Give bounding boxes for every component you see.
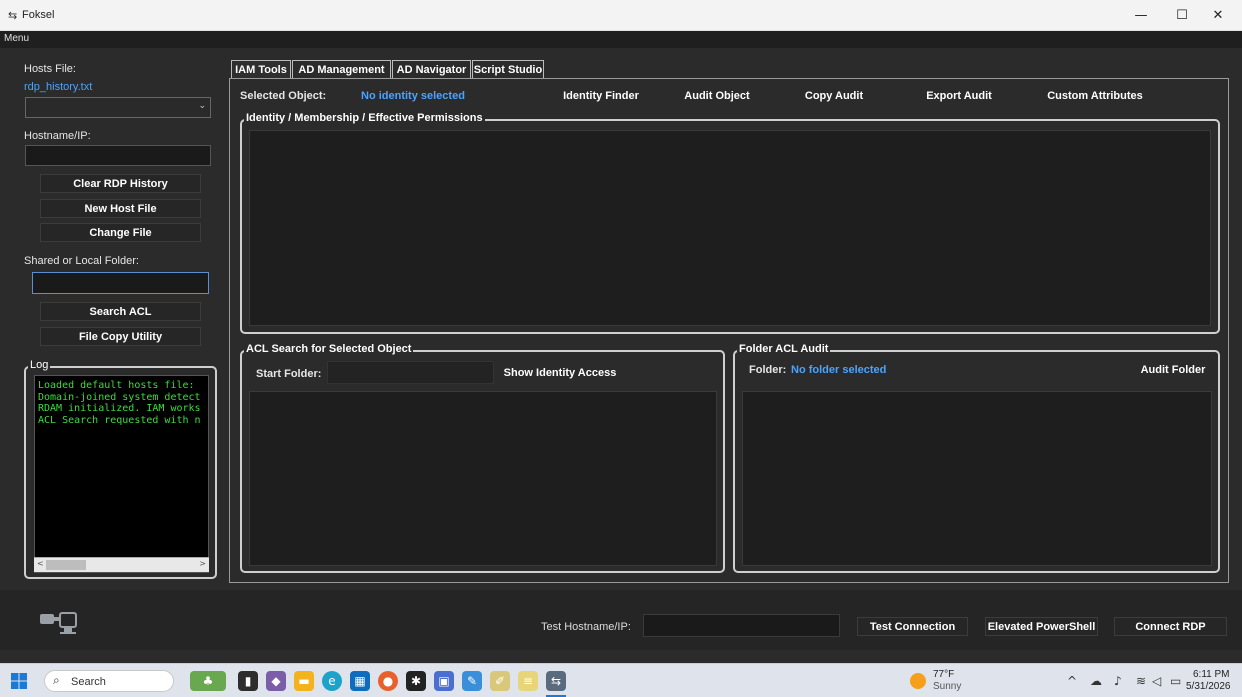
speaker-icon[interactable]: ◁ (1152, 674, 1161, 688)
app-icon: ⇆ (8, 9, 18, 22)
test-hostname-label: Test Hostname/IP: (541, 621, 631, 633)
identity-finder-button[interactable]: Identity Finder (551, 86, 651, 106)
search-icon: ⌕ (53, 673, 60, 687)
test-connection-button[interactable]: Test Connection (857, 617, 968, 636)
close-button[interactable]: ✕ (1198, 4, 1238, 26)
windows-taskbar: ⌕ Search ♣ ▮ ◆ ▬ e ▦ ● ✱ ▣ ✎ ✐ ≡ ⇆ 77°F … (0, 663, 1242, 697)
log-line: RDAM initialized. IAM works (38, 403, 201, 414)
start-folder-label: Start Folder: (256, 368, 322, 380)
log-line: Domain-joined system detect (38, 391, 201, 403)
clock-date: 5/31/2026 (1186, 681, 1231, 692)
test-hostname-input[interactable] (643, 614, 840, 637)
tab-ad-management[interactable]: AD Management (292, 60, 391, 79)
audit-object-button[interactable]: Audit Object (672, 86, 762, 106)
folder-value: No folder selected (791, 364, 887, 376)
log-horizontal-scrollbar[interactable]: < > (34, 557, 209, 572)
clock-time: 6:11 PM (1193, 669, 1230, 680)
scroll-right-icon[interactable]: > (199, 559, 206, 568)
microphone-icon[interactable]: ♪ (1114, 674, 1122, 688)
hostname-label: Hostname/IP: (24, 130, 91, 142)
log-line: ACL Search requested with n (38, 414, 201, 426)
title-bar: ⇆ Foksel — ☐ ✕ (0, 0, 1242, 31)
file-explorer-icon[interactable]: ▬ (294, 671, 314, 691)
log-title: Log (28, 359, 51, 371)
window-title: Foksel (22, 9, 55, 21)
folder-acl-audit-title: Folder ACL Audit (737, 343, 831, 355)
menu-bar: Menu (0, 31, 1242, 48)
change-file-button[interactable]: Change File (40, 223, 201, 242)
widget-icon[interactable]: ♣ (190, 671, 226, 691)
chevron-down-icon: ⌄ (198, 101, 206, 111)
hosts-file-name: rdp_history.txt (24, 81, 93, 93)
tab-script-studio[interactable]: Script Studio (472, 60, 544, 79)
firefox-icon[interactable]: ● (378, 671, 398, 691)
weather-sun-icon (910, 673, 926, 689)
show-identity-access-button[interactable]: Show Identity Access (500, 363, 620, 383)
taskbar-search-label: Search (71, 676, 106, 688)
identity-group-title: Identity / Membership / Effective Permis… (244, 112, 485, 124)
edge-icon[interactable]: e (322, 671, 342, 691)
log-output: Loaded default hosts file: Domain-joined… (34, 375, 209, 573)
folder-label: Shared or Local Folder: (24, 255, 139, 267)
new-host-file-button[interactable]: New Host File (40, 199, 201, 218)
acl-search-title: ACL Search for Selected Object (244, 343, 414, 355)
app-window: ⇆ Foksel — ☐ ✕ Menu Hosts File: rdp_hist… (0, 0, 1242, 663)
cloud-icon[interactable]: ☁ (1090, 674, 1102, 688)
minimize-button[interactable]: — (1121, 4, 1161, 26)
log-line: Loaded default hosts file: (38, 380, 195, 391)
selected-object-value: No identity selected (361, 90, 465, 102)
notepad-icon[interactable]: ≡ (518, 671, 538, 691)
menu-item[interactable]: Menu (4, 33, 29, 44)
custom-attributes-button[interactable]: Custom Attributes (1036, 86, 1154, 106)
weather-desc: Sunny (933, 681, 962, 692)
hostname-input[interactable] (25, 145, 211, 166)
windows-start-icon[interactable] (11, 673, 27, 689)
scroll-left-icon[interactable]: < (37, 559, 44, 568)
battery-icon[interactable]: ▭ (1170, 674, 1181, 688)
selected-object-label: Selected Object: (240, 90, 327, 102)
wifi-icon[interactable]: ≋ (1136, 674, 1146, 688)
app-icon-tools[interactable]: ✎ (462, 671, 482, 691)
network-plug-icon (40, 612, 77, 634)
search-acl-button[interactable]: Search ACL (40, 302, 201, 321)
tab-iam-tools[interactable]: IAM Tools (231, 60, 291, 79)
hosts-file-label: Hosts File: (24, 63, 76, 75)
elevated-powershell-button[interactable]: Elevated PowerShell (985, 617, 1098, 636)
scrollbar-thumb[interactable] (46, 560, 86, 570)
weather-temp: 77°F (933, 669, 955, 680)
acl-results-panel[interactable] (249, 391, 717, 566)
hosts-combo[interactable]: ⌄ (25, 97, 211, 118)
copy-audit-button[interactable]: Copy Audit (793, 86, 875, 106)
maximize-button[interactable]: ☐ (1162, 4, 1202, 26)
folder-label: Folder: (749, 364, 787, 376)
folder-input[interactable] (32, 272, 209, 294)
start-folder-input[interactable] (327, 361, 494, 384)
task-view-icon[interactable]: ▮ (238, 671, 258, 691)
folder-audit-results-panel[interactable] (742, 391, 1212, 566)
store-icon[interactable]: ▦ (350, 671, 370, 691)
app-icon-blue[interactable]: ▣ (434, 671, 454, 691)
extension-icon[interactable]: ✱ (406, 671, 426, 691)
audit-folder-button[interactable]: Audit Folder (1134, 360, 1212, 380)
app-icon-pen[interactable]: ✐ (490, 671, 510, 691)
tab-ad-navigator[interactable]: AD Navigator (392, 60, 471, 79)
export-audit-button[interactable]: Export Audit (912, 86, 1006, 106)
taskbar-search[interactable]: ⌕ Search (44, 670, 174, 692)
identity-results-panel[interactable] (249, 130, 1211, 326)
teams-icon[interactable]: ◆ (266, 671, 286, 691)
foksel-taskbar-icon[interactable]: ⇆ (546, 671, 566, 691)
chevron-up-icon[interactable]: ^ (1067, 674, 1077, 688)
clear-rdp-history-button[interactable]: Clear RDP History (40, 174, 201, 193)
file-copy-utility-button[interactable]: File Copy Utility (40, 327, 201, 346)
connect-rdp-button[interactable]: Connect RDP (1114, 617, 1227, 636)
